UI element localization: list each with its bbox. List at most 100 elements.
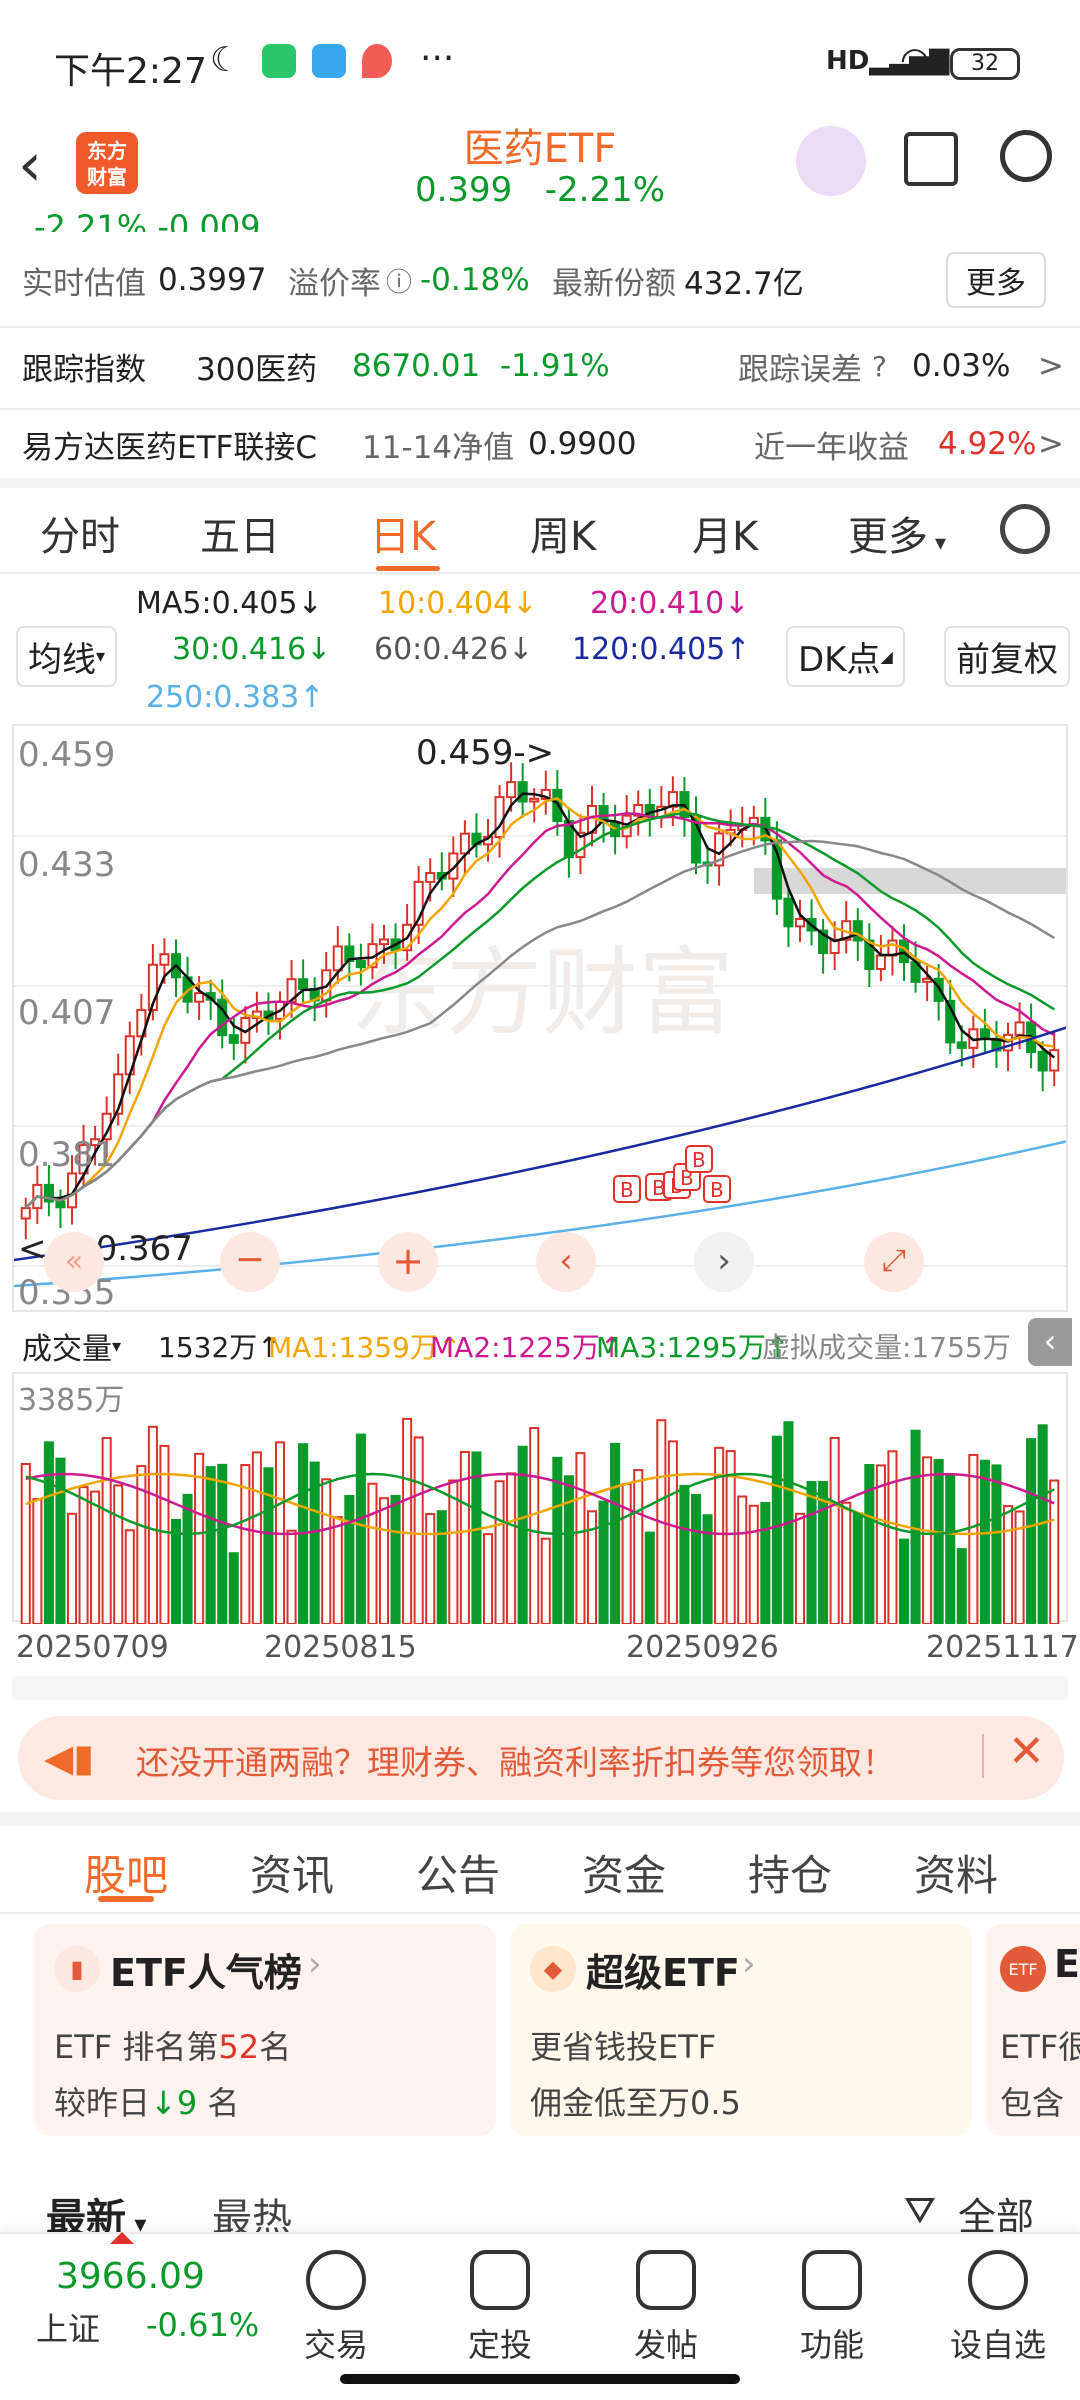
zoom-out-icon[interactable]: −: [220, 1232, 280, 1292]
ma-selector[interactable]: 均线 ▾: [16, 626, 118, 687]
volume-bar: [448, 1479, 459, 1625]
scroll-left-icon[interactable]: «: [44, 1232, 104, 1292]
volume-bar: [1002, 1505, 1014, 1625]
date-axis: 20250709 20250815 20250926 20251117: [0, 1630, 1080, 1680]
nav-add-watchlist[interactable]: 设自选: [918, 2250, 1078, 2366]
dk-points-button[interactable]: DK点 ◢: [786, 626, 905, 687]
fullscreen-icon[interactable]: ⤢: [864, 1232, 924, 1292]
promo-banner[interactable]: ◀▮ 还没开通两融？理财券、融资利率折扣券等您领取！ ✕: [18, 1716, 1064, 1800]
volume-bar: [78, 1486, 89, 1626]
nav-functions[interactable]: 功能: [752, 2250, 912, 2366]
tab-profile[interactable]: 资料: [914, 1842, 998, 1903]
app-logo: 东方 财富: [76, 132, 138, 194]
volume-bar: [875, 1464, 886, 1626]
status-bar: 下午2:27 ☾ ··· HD▂▃▅▇ ◠ 32: [0, 0, 1080, 120]
volume-bar: [529, 1427, 540, 1626]
nav-post[interactable]: 发帖: [586, 2250, 746, 2366]
tab-news[interactable]: 资讯: [250, 1842, 334, 1903]
etf-card-partial[interactable]: ETF E ETF很 包含: [986, 1924, 1080, 2136]
chevron-right-icon[interactable]: >: [1038, 426, 1064, 462]
candle: [355, 959, 366, 969]
assistant-avatar[interactable]: [796, 126, 866, 196]
volume-max-label: 3385万: [18, 1383, 124, 1418]
volume-bar: [933, 1458, 944, 1625]
tab-holdings[interactable]: 持仓: [748, 1842, 832, 1903]
candle: [956, 1041, 967, 1049]
y-label-3: 0.407: [18, 993, 115, 1033]
tab-guba[interactable]: 股吧: [84, 1842, 168, 1903]
candle: [875, 954, 886, 970]
volume-bar: [20, 1463, 31, 1625]
next-icon[interactable]: ›: [694, 1232, 754, 1292]
settings-gear-icon[interactable]: [1000, 504, 1050, 554]
nav-fixed-invest[interactable]: 定投: [420, 2250, 580, 2366]
volume-bar: [147, 1425, 158, 1625]
volume-bar: [922, 1456, 933, 1625]
volume-bar: [101, 1437, 112, 1625]
info-icon[interactable]: ⓘ: [386, 262, 412, 299]
collapse-icon[interactable]: ‹: [1028, 1318, 1072, 1366]
adjust-button[interactable]: 前复权: [944, 626, 1070, 687]
b-markers: BBBBBB: [613, 1145, 731, 1203]
ma-legend: MA5:0.405↓ 10:0.404↓ 20:0.410↓ 均线 ▾ 30:0…: [0, 580, 1080, 720]
tab-weekly-k[interactable]: 周K: [530, 504, 596, 562]
candle: [783, 897, 794, 928]
chevron-right-icon: ›: [308, 1944, 322, 1984]
volume-bar: [367, 1482, 378, 1626]
close-icon[interactable]: ✕: [1008, 1726, 1045, 1777]
volume-bar: [956, 1548, 967, 1625]
filter-icon[interactable]: ⛛: [904, 2188, 936, 2233]
tab-intraday[interactable]: 分时: [40, 504, 120, 562]
tab-monthly-k[interactable]: 月K: [692, 504, 758, 562]
volume-chart[interactable]: 3385万: [12, 1372, 1068, 1626]
volume-bar: [794, 1512, 806, 1625]
date-label: 20251117: [926, 1630, 1079, 1665]
kline-svg: 东方财富 0.459 0.433 0.407 0.381 0.355 0.459…: [14, 733, 1066, 1310]
more-button[interactable]: 更多: [946, 252, 1046, 308]
tab-more[interactable]: 更多 ▾: [848, 504, 946, 562]
ranking-icon: ▮: [54, 1946, 100, 1992]
volume-bar: [402, 1417, 413, 1625]
tab-capital[interactable]: 资金: [582, 1842, 666, 1903]
etf-popularity-card[interactable]: ▮ ETF人气榜 › ETF 排名第52名 较昨日↓9 名: [34, 1924, 496, 2136]
tab-announcement[interactable]: 公告: [416, 1842, 500, 1903]
tab-5day[interactable]: 五日: [200, 504, 280, 562]
nav-trade[interactable]: 交易: [256, 2250, 416, 2366]
help-icon[interactable]: ?: [872, 350, 887, 383]
tab-underline: [98, 1896, 154, 1902]
yen-icon: [306, 2250, 366, 2310]
zoom-in-icon[interactable]: +: [378, 1232, 438, 1292]
volume-selector[interactable]: 成交量 ▾: [12, 1320, 132, 1372]
volume-bar: [841, 1501, 852, 1625]
candle: [529, 797, 540, 803]
share-icon[interactable]: [904, 132, 958, 186]
back-icon[interactable]: ‹: [18, 130, 42, 200]
volume-bar: [113, 1484, 124, 1625]
tab-daily-k[interactable]: 日K: [370, 504, 436, 562]
search-icon[interactable]: [1000, 130, 1052, 182]
candle: [425, 872, 436, 883]
prev-icon[interactable]: ‹: [536, 1232, 596, 1292]
volume-bar: [737, 1495, 748, 1625]
volume-bar: [170, 1518, 182, 1625]
megaphone-icon: ◀▮: [44, 1736, 95, 1780]
high-marker: 0.459->: [416, 733, 554, 773]
super-etf-card[interactable]: ◆ 超级ETF › 更省钱投ETF 佣金低至万0.5: [510, 1924, 972, 2136]
more-dots-icon: ···: [420, 38, 455, 79]
chevron-right-icon: ›: [742, 1944, 756, 1984]
partial-change-row: -2.21% -0.009: [34, 208, 261, 232]
info-row-3[interactable]: 易方达医药ETF联接C 11-14净值 0.9900 近一年收益 4.92% >: [0, 414, 1080, 474]
buy-marker-label: B: [620, 1178, 634, 1202]
home-indicator: [340, 2374, 740, 2384]
battery-icon: 32: [950, 48, 1020, 80]
kline-chart[interactable]: 东方财富 0.459 0.433 0.407 0.381 0.355 0.459…: [12, 724, 1068, 1312]
index-value[interactable]: 3966.09: [56, 2256, 205, 2297]
volume-bar: [482, 1533, 494, 1625]
volume-bar: [182, 1493, 193, 1625]
candle: [1014, 1021, 1025, 1036]
chevron-right-icon[interactable]: >: [1038, 348, 1064, 384]
volume-bar: [679, 1484, 690, 1625]
candle: [228, 1034, 239, 1044]
volume-bar: [760, 1502, 771, 1625]
volume-bar: [217, 1463, 228, 1625]
